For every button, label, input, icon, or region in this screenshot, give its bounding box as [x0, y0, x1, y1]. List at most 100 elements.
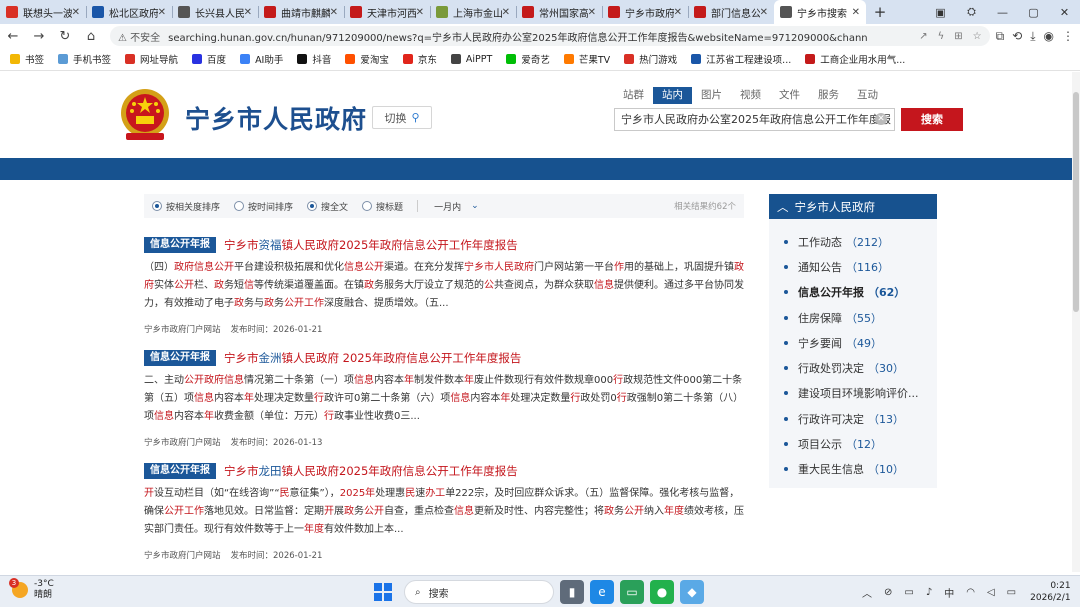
bookmark-item[interactable]: 热门游戏	[624, 52, 677, 66]
new-tab-button[interactable]: +	[866, 0, 894, 24]
scope-title-radio[interactable]: 搜标题	[362, 200, 403, 213]
tab-close-icon[interactable]: ✕	[760, 7, 768, 18]
extensions-icon[interactable]: ⧉	[996, 29, 1005, 44]
sidebar-category-item[interactable]: 项目公示 （12）	[769, 431, 937, 456]
tab-search-icon[interactable]: ▣	[925, 6, 956, 19]
search-scope-tab[interactable]: 视频	[731, 87, 770, 104]
browser-tab[interactable]: 部门信息公 ✕	[688, 0, 774, 24]
browser-tab[interactable]: 长兴县人民 ✕	[172, 0, 258, 24]
bookmark-item[interactable]: 百度	[192, 52, 226, 66]
bookmark-item[interactable]: 京东	[402, 52, 437, 66]
bookmark-item[interactable]: 手机书签	[58, 52, 111, 66]
url-field[interactable]: ⚠ 不安全 searching.hunan.gov.cn/hunan/97120…	[110, 26, 990, 46]
download-icon[interactable]: ⤓	[1030, 29, 1035, 44]
scrollbar-thumb[interactable]	[1073, 92, 1079, 312]
maximize-icon[interactable]: ▢	[1018, 6, 1049, 19]
favorite-star-icon[interactable]: ☆	[973, 31, 982, 42]
browser-tab[interactable]: 联想头一波 ✕	[0, 0, 86, 24]
tab-close-icon[interactable]: ✕	[502, 7, 510, 18]
result-title-link[interactable]: 宁乡市金洲镇人民政府 2025年政府信息公开工作年度报告	[224, 350, 521, 366]
search-scope-tab[interactable]: 服务	[809, 87, 848, 104]
site-title[interactable]: 宁乡市人民政府	[185, 100, 367, 136]
minimize-icon[interactable]: —	[987, 6, 1018, 19]
battery-icon[interactable]: ▭	[1007, 587, 1016, 598]
sidebar-category-item[interactable]: 行政处罚决定 （30）	[769, 355, 937, 380]
bookmark-item[interactable]: AiPPT	[450, 54, 492, 65]
home-icon[interactable]: ⌂	[78, 29, 104, 44]
tray-app-icon[interactable]: ▭	[904, 587, 913, 598]
profile-avatar-icon[interactable]: ◉	[1044, 29, 1054, 44]
forward-icon[interactable]: →	[26, 29, 52, 44]
tray-overflow-icon[interactable]: ︿	[862, 585, 872, 600]
bookmark-item[interactable]: 江苏省工程建设项...	[691, 52, 791, 66]
history-icon[interactable]: ⟲	[1012, 29, 1022, 44]
wechat-icon[interactable]: ●	[650, 580, 674, 604]
bookmark-item[interactable]: 爱淘宝	[345, 52, 389, 66]
weather-widget[interactable]: 3 -3°C 晴朗	[9, 578, 54, 601]
time-range-dropdown[interactable]: 一月内 ⌄	[434, 200, 479, 213]
tab-close-icon[interactable]: ✕	[852, 7, 860, 18]
browser-tab[interactable]: 上海市金山 ✕	[430, 0, 516, 24]
sidebar-category-item[interactable]: 工作动态 （212）	[769, 229, 937, 254]
volume-icon[interactable]: ◁	[987, 587, 995, 598]
system-clock[interactable]: 0:21 2026/2/1	[1030, 580, 1070, 604]
search-scope-tab[interactable]: 互动	[848, 87, 887, 104]
settings-icon[interactable]: ⛭	[956, 5, 987, 19]
browser-tab[interactable]: 松北区政府 ✕	[86, 0, 172, 24]
edge-browser-icon[interactable]: e	[590, 580, 614, 604]
search-scope-tab[interactable]: 站群	[614, 87, 653, 104]
browser-tab[interactable]: 宁乡市政府 ✕	[602, 0, 688, 24]
sidebar-category-item[interactable]: 宁乡要闻 （49）	[769, 330, 937, 355]
search-input[interactable]: 宁乡市人民政府办公室2025年政府信息公开工作年度报	[614, 108, 895, 131]
sidebar-category-item[interactable]: 住房保障 （55）	[769, 305, 937, 330]
wifi-icon[interactable]: ◠	[966, 587, 975, 598]
translate-icon[interactable]: ⊞	[954, 31, 962, 42]
pinned-app-icon[interactable]: ◆	[680, 580, 704, 604]
more-menu-icon[interactable]: ⋮	[1062, 29, 1074, 44]
back-icon[interactable]: ←	[0, 29, 26, 44]
tab-close-icon[interactable]: ✕	[674, 7, 682, 18]
bookmark-item[interactable]: 抖音	[297, 52, 331, 66]
close-window-icon[interactable]: ✕	[1049, 6, 1080, 19]
task-view-icon[interactable]: ▮	[560, 580, 584, 604]
tab-close-icon[interactable]: ✕	[72, 7, 80, 18]
bookmark-item[interactable]: 工商企业用水用气...	[805, 52, 905, 66]
screen-app-icon[interactable]: ▭	[620, 580, 644, 604]
reload-icon[interactable]: ↻	[52, 29, 78, 44]
browser-tab[interactable]: 曲靖市麒麟 ✕	[258, 0, 344, 24]
ime-indicator[interactable]: 中	[944, 585, 954, 600]
tab-close-icon[interactable]: ✕	[330, 7, 338, 18]
taskbar-search-box[interactable]: ⌕ 搜索	[404, 580, 554, 604]
browser-tab[interactable]: 天津市河西 ✕	[344, 0, 430, 24]
switch-region-button[interactable]: 切换 ⚲	[372, 106, 432, 129]
insecure-warning-icon[interactable]: ⚠ 不安全	[118, 29, 160, 44]
search-scope-tab[interactable]: 图片	[692, 87, 731, 104]
sort-relevance-radio[interactable]: 按相关度排序	[152, 200, 220, 213]
result-title-link[interactable]: 宁乡市龙田镇人民政府2025年政府信息公开工作年度报告	[224, 463, 518, 479]
notification-off-icon[interactable]: ⊘	[884, 587, 892, 598]
tab-close-icon[interactable]: ✕	[588, 7, 596, 18]
tab-close-icon[interactable]: ✕	[158, 7, 166, 18]
bookmark-item[interactable]: AI助手	[240, 52, 283, 66]
search-button[interactable]: 搜索	[901, 108, 963, 131]
bookmark-item[interactable]: 爱奇艺	[506, 52, 550, 66]
browser-tab[interactable]: 常州国家高 ✕	[516, 0, 602, 24]
sidebar-category-item[interactable]: 信息公开年报 （62）	[769, 280, 937, 305]
bookmark-item[interactable]: 书签	[10, 52, 44, 66]
sidebar-category-item[interactable]: 建设项目环境影响评价...	[769, 381, 937, 406]
result-title-link[interactable]: 宁乡市资福镇人民政府2025年政府信息公开工作年度报告	[224, 237, 518, 253]
browser-tab[interactable]: 宁乡市搜索 ✕	[774, 0, 866, 24]
share-icon[interactable]: ↗	[919, 31, 927, 42]
scope-fulltext-radio[interactable]: 搜全文	[307, 200, 348, 213]
sidebar-category-item[interactable]: 重大民生信息 （10）	[769, 457, 937, 482]
sidebar-header[interactable]: ︿ 宁乡市人民政府	[769, 194, 937, 219]
tab-close-icon[interactable]: ✕	[244, 7, 252, 18]
sidebar-category-item[interactable]: 通知公告 （116）	[769, 254, 937, 279]
page-scrollbar[interactable]	[1072, 72, 1080, 572]
tab-close-icon[interactable]: ✕	[416, 7, 424, 18]
lightning-icon[interactable]: ϟ	[938, 31, 945, 42]
microphone-icon[interactable]: ♪	[926, 587, 932, 598]
sort-time-radio[interactable]: 按时间排序	[234, 200, 293, 213]
bookmark-item[interactable]: 芒果TV	[563, 52, 610, 66]
search-scope-tab[interactable]: 站内	[653, 87, 692, 104]
